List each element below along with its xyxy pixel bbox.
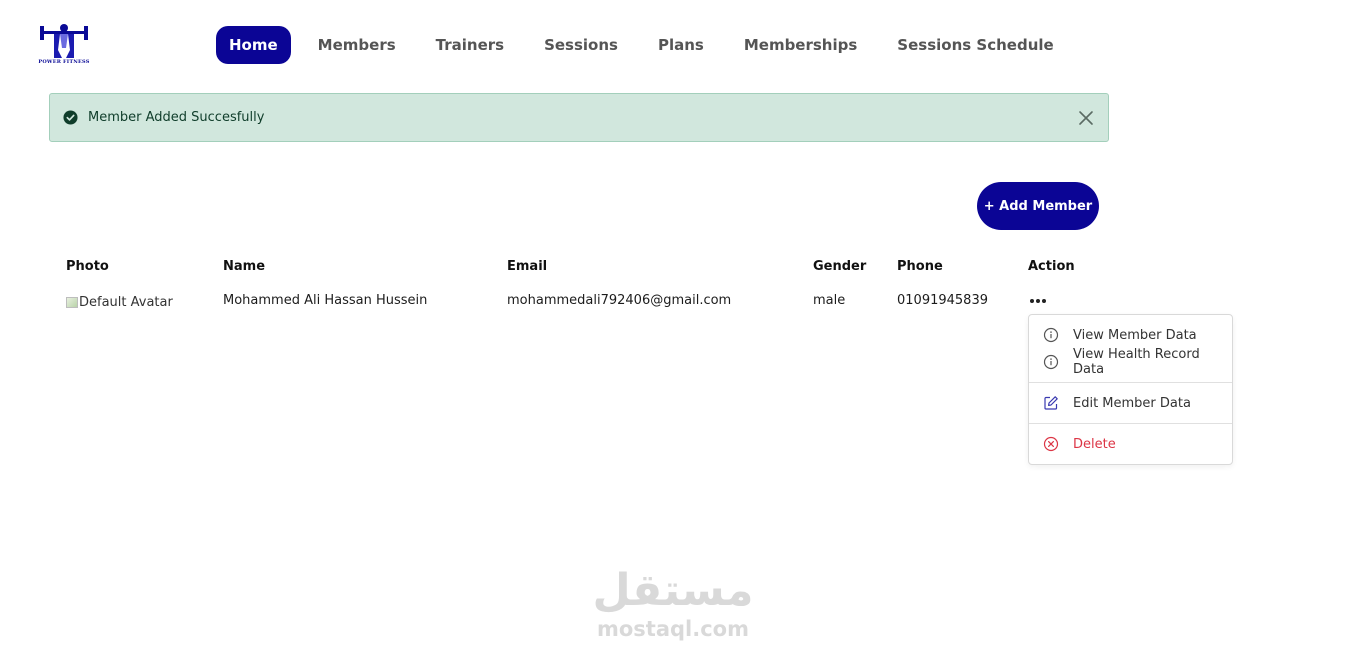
info-icon (1043, 327, 1059, 343)
alert-message: Member Added Succesfully (88, 110, 265, 125)
nav-item-home[interactable]: Home (216, 26, 291, 64)
nav-item-members[interactable]: Members (305, 26, 409, 64)
nav-item-sessions[interactable]: Sessions (531, 26, 631, 64)
info-icon (1043, 354, 1059, 370)
watermark-arabic: مستقل (592, 565, 754, 616)
member-gender: male (813, 293, 846, 308)
logo-graphic (40, 24, 88, 58)
member-avatar: Default Avatar (66, 295, 173, 310)
watermark-latin: mostaql.com (597, 617, 749, 641)
add-member-button[interactable]: + Add Member (977, 182, 1099, 230)
nav-item-plans[interactable]: Plans (645, 26, 717, 64)
success-alert: Member Added Succesfully (49, 93, 1109, 142)
column-header-phone: Phone (897, 259, 943, 274)
check-circle-icon (63, 110, 78, 125)
avatar-alt-text: Default Avatar (79, 295, 173, 310)
column-header-photo: Photo (66, 259, 109, 274)
x-circle-icon (1043, 436, 1059, 452)
menu-divider (1029, 382, 1232, 383)
nav-item-memberships[interactable]: Memberships (731, 26, 870, 64)
menu-divider (1029, 423, 1232, 424)
watermark: مستقل mostaql.com (590, 565, 756, 641)
menu-item-view-health-record[interactable]: View Health Record Data (1029, 347, 1232, 377)
broken-image-icon (66, 297, 78, 308)
logo-text: POWER FITNESS (38, 59, 90, 65)
nav-item-trainers[interactable]: Trainers (423, 26, 517, 64)
menu-item-label: View Health Record Data (1073, 347, 1200, 377)
column-header-gender: Gender (813, 259, 867, 274)
member-name: Mohammed Ali Hassan Hussein (223, 293, 428, 308)
column-header-name: Name (223, 259, 266, 274)
menu-item-edit-member-data[interactable]: Edit Member Data (1029, 391, 1232, 415)
brand-logo[interactable]: POWER FITNESS (36, 20, 92, 70)
more-horizontal-icon[interactable] (1026, 290, 1050, 312)
main-nav: Home Members Trainers Sessions Plans Mem… (216, 26, 1081, 64)
action-dropdown-menu: View Member Data View Health Record Data… (1028, 314, 1233, 465)
menu-item-label: View Member Data (1073, 327, 1197, 343)
close-icon[interactable] (1076, 108, 1096, 128)
menu-item-label: Edit Member Data (1073, 395, 1191, 411)
member-phone: 01091945839 (897, 293, 988, 308)
member-email: mohammedali792406@gmail.com (507, 293, 732, 308)
edit-icon (1043, 395, 1059, 411)
nav-item-sessions-schedule[interactable]: Sessions Schedule (884, 26, 1066, 64)
menu-item-label: Delete (1073, 436, 1116, 452)
page: POWER FITNESS Home Members Trainers Sess… (0, 0, 1346, 658)
column-header-action: Action (1028, 259, 1075, 274)
column-header-email: Email (507, 259, 548, 274)
menu-item-delete[interactable]: Delete (1029, 432, 1232, 456)
menu-item-view-member-data[interactable]: View Member Data (1029, 323, 1232, 347)
